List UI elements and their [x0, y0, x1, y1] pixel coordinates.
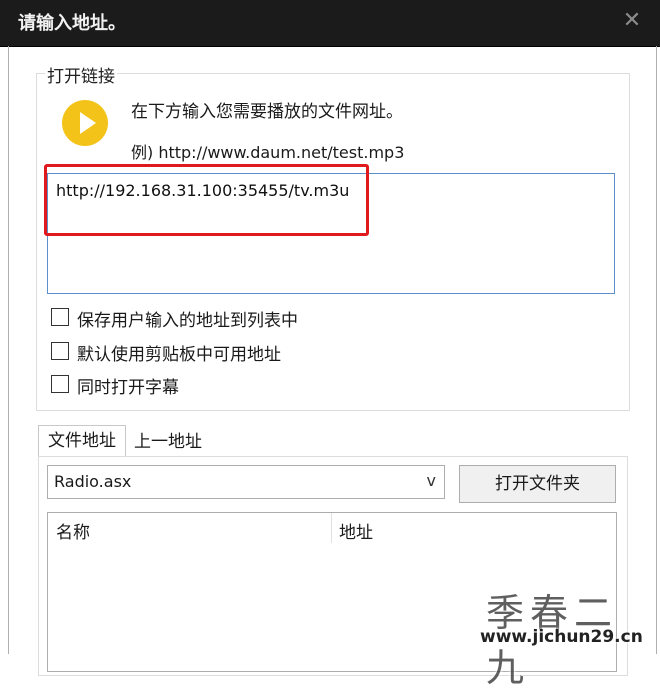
instruction-text: 在下方输入您需要播放的文件网址。 — [131, 102, 403, 122]
example-url-text: 例) http://www.daum.net/test.mp3 — [131, 143, 405, 162]
checkbox-label: 同时打开字幕 — [77, 378, 179, 398]
column-divider[interactable] — [331, 513, 332, 543]
chevron-down-icon[interactable]: v — [427, 471, 436, 490]
checkbox-box[interactable] — [51, 375, 69, 393]
url-highlight-annotation — [44, 164, 369, 236]
window-border-left — [8, 46, 9, 654]
checkbox-label: 保存用户输入的地址到列表中 — [77, 311, 298, 331]
tab-file-address[interactable]: 文件地址 — [38, 425, 126, 457]
play-icon — [62, 100, 108, 146]
watermark-url: www.jichun29.cn — [480, 627, 643, 647]
file-select[interactable]: Radio.asx v — [47, 465, 445, 499]
file-select-value: Radio.asx — [54, 472, 132, 491]
column-header-address[interactable]: 地址 — [339, 518, 373, 543]
open-folder-button[interactable]: 打开文件夹 — [459, 465, 616, 503]
title-bar: 请输入地址。 ✕ — [0, 0, 660, 47]
column-header-name[interactable]: 名称 — [56, 518, 90, 543]
tab-previous-address[interactable]: 上一地址 — [134, 427, 202, 452]
window-border-right — [656, 46, 657, 654]
close-icon[interactable]: ✕ — [612, 3, 652, 39]
window-title: 请输入地址。 — [18, 13, 126, 34]
checkbox-box[interactable] — [51, 342, 69, 360]
checkbox-box[interactable] — [51, 308, 69, 326]
open-link-group-title: 打开链接 — [45, 62, 117, 87]
checkbox-label: 默认使用剪贴板中可用地址 — [77, 345, 281, 365]
